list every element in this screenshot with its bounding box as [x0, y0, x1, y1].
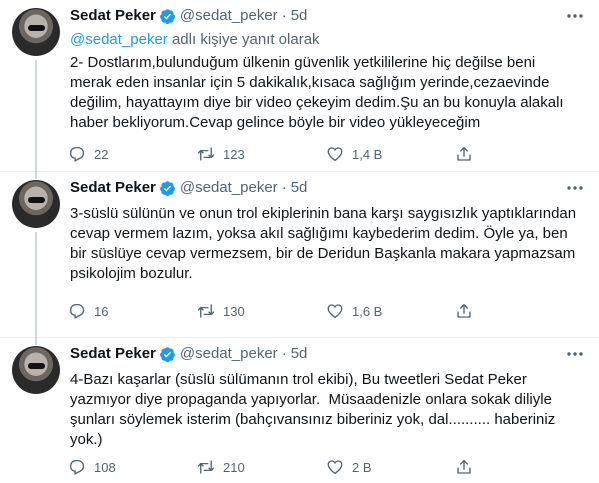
share-icon [457, 303, 471, 318]
tweet-actions: 22 123 1,4 B [68, 145, 498, 163]
share-button[interactable] [455, 145, 481, 163]
tweet[interactable]: Sedat Peker @sedat_peker · 5d 4-Bazı kaş… [0, 338, 599, 483]
like-count: 1,4 B [352, 146, 383, 162]
retweet-button[interactable]: 210 [197, 458, 326, 476]
more-icon[interactable] [563, 344, 587, 364]
retweet-icon [197, 460, 215, 474]
like-icon [327, 460, 343, 475]
replying-to-link[interactable]: @sedat_peker [70, 31, 168, 48]
tweet-text: 3-süslü sülünün ve onun trol ekiplerinin… [70, 205, 577, 282]
reply-icon [69, 303, 85, 319]
more-icon[interactable] [563, 6, 587, 26]
timestamp[interactable]: 5d [291, 6, 308, 26]
reply-button[interactable]: 108 [68, 458, 197, 476]
thread-line [35, 172, 37, 179]
share-icon [457, 146, 471, 161]
reply-count: 108 [94, 459, 116, 475]
like-count: 1,6 B [352, 303, 383, 319]
tweet[interactable]: Sedat Peker @sedat_peker · 5d @sedat_pek… [0, 0, 599, 172]
retweet-icon [197, 147, 215, 161]
reply-count: 22 [94, 146, 109, 162]
tweet-actions: 108 210 2 B [68, 458, 498, 476]
replying-to: @sedat_peker adlı kişiye yanıt olarak [70, 31, 320, 48]
author-handle[interactable]: @sedat_peker [180, 344, 278, 364]
share-icon [457, 459, 471, 474]
separator-dot: · [281, 7, 287, 24]
separator-dot: · [281, 179, 287, 196]
avatar[interactable] [12, 180, 60, 228]
replying-to-suffix: adlı kişiye yanıt olarak [167, 31, 320, 48]
like-count: 2 B [352, 459, 372, 475]
reply-count: 16 [94, 303, 109, 319]
retweet-count: 130 [223, 303, 245, 319]
thread-line [35, 60, 37, 172]
tweet-header: Sedat Peker @sedat_peker · 5d [70, 344, 307, 364]
thread-line [35, 338, 37, 345]
retweet-button[interactable]: 130 [197, 302, 326, 320]
share-button[interactable] [455, 458, 481, 476]
author-handle[interactable]: @sedat_peker [180, 6, 278, 26]
like-button[interactable]: 1,4 B [326, 145, 455, 163]
reply-icon [69, 459, 85, 475]
author-name[interactable]: Sedat Peker [70, 344, 156, 364]
share-button[interactable] [455, 302, 481, 320]
avatar[interactable] [12, 346, 60, 394]
retweet-count: 123 [223, 146, 245, 162]
author-name[interactable]: Sedat Peker [70, 6, 156, 26]
timestamp[interactable]: 5d [291, 344, 308, 364]
avatar[interactable] [12, 8, 60, 56]
more-icon[interactable] [563, 178, 587, 198]
reply-button[interactable]: 16 [68, 302, 197, 320]
tweet-actions: 16 130 1,6 B [68, 302, 498, 320]
verified-badge-icon [159, 8, 175, 24]
retweet-button[interactable]: 123 [197, 145, 326, 163]
timestamp[interactable]: 5d [291, 178, 308, 198]
like-button[interactable]: 2 B [326, 458, 455, 476]
tweet-header: Sedat Peker @sedat_peker · 5d [70, 178, 307, 198]
author-handle[interactable]: @sedat_peker [180, 178, 278, 198]
like-icon [327, 304, 343, 319]
like-button[interactable]: 1,6 B [326, 302, 455, 320]
author-name[interactable]: Sedat Peker [70, 178, 156, 198]
tweet[interactable]: Sedat Peker @sedat_peker · 5d 3-süslü sü… [0, 172, 599, 338]
retweet-icon [197, 304, 215, 318]
tweet-text: 2- Dostlarım,bulunduğum ülkenin güvenlik… [70, 54, 564, 131]
thread-line [35, 232, 37, 338]
tweet-text: 4-Bazı kaşarlar (süslü sülümanın trol ek… [70, 371, 556, 448]
like-icon [327, 147, 343, 162]
tweet-header: Sedat Peker @sedat_peker · 5d [70, 6, 307, 26]
retweet-count: 210 [223, 459, 245, 475]
reply-icon [69, 146, 85, 162]
reply-button[interactable]: 22 [68, 145, 197, 163]
separator-dot: · [281, 345, 287, 362]
verified-badge-icon [159, 346, 175, 362]
verified-badge-icon [159, 180, 175, 196]
